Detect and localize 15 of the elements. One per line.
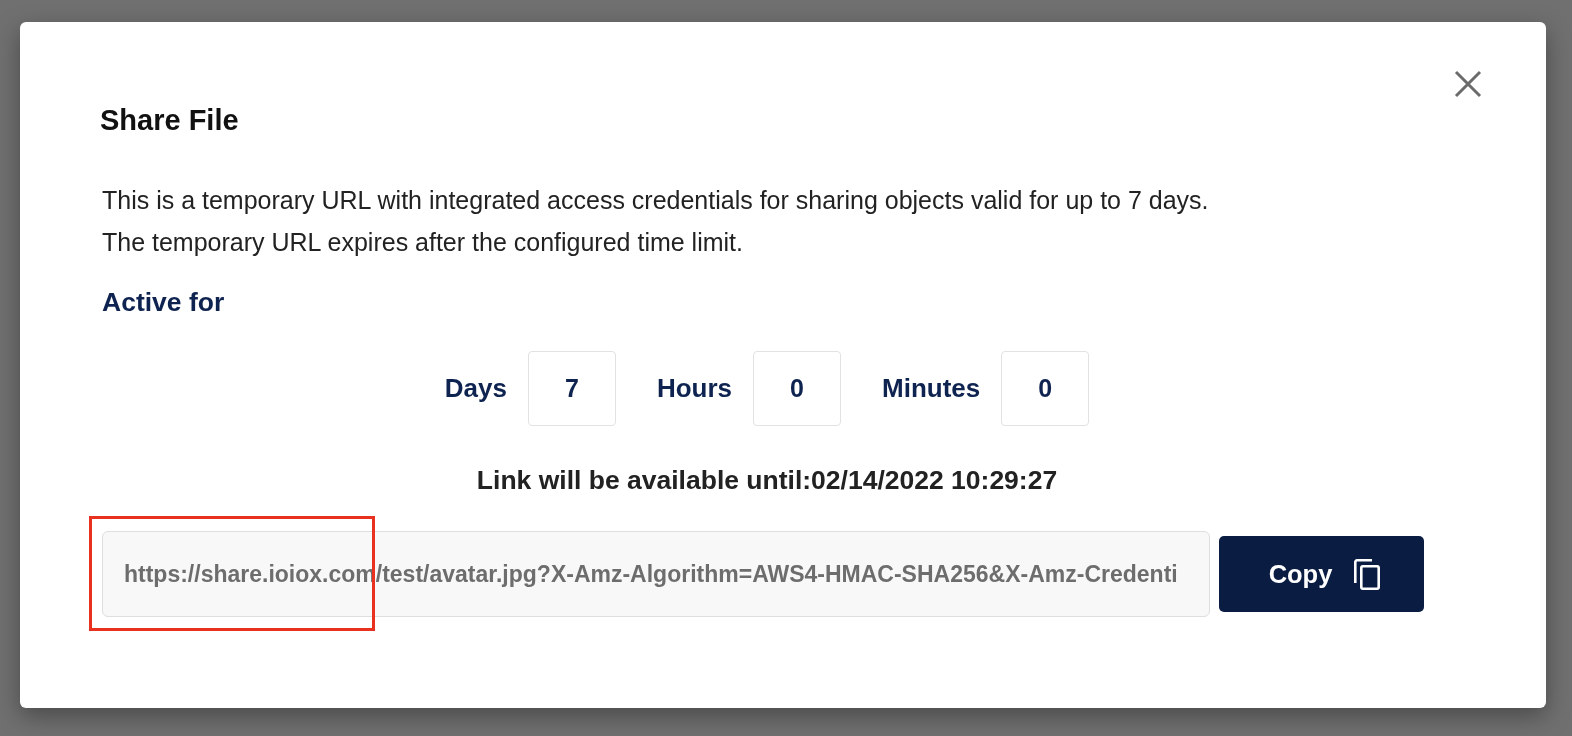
field-label: Days xyxy=(444,373,507,404)
close-icon xyxy=(1454,70,1482,98)
number-field[interactable]: 7 xyxy=(527,351,616,426)
description-text: The temporary URL expires after the configured time limit. xyxy=(102,227,744,258)
close-button[interactable] xyxy=(1454,70,1482,98)
number-field[interactable]: 0 xyxy=(1001,351,1090,426)
dialog-title: Share File xyxy=(100,103,239,137)
expiry-text: Link will be available until:02/14/2022 10:29:27 xyxy=(475,464,1059,497)
description-text: This is a temporary URL with integrated access credentials for sharing objects valid for up to 7 days. xyxy=(102,185,1210,216)
number-field[interactable]: 0 xyxy=(753,351,841,426)
copy-button[interactable]: Copy xyxy=(1219,536,1424,612)
section-heading: Active for xyxy=(101,286,226,319)
copy-icon xyxy=(1354,558,1381,590)
field-label: Minutes xyxy=(882,373,981,404)
field-label: Hours xyxy=(656,373,732,404)
